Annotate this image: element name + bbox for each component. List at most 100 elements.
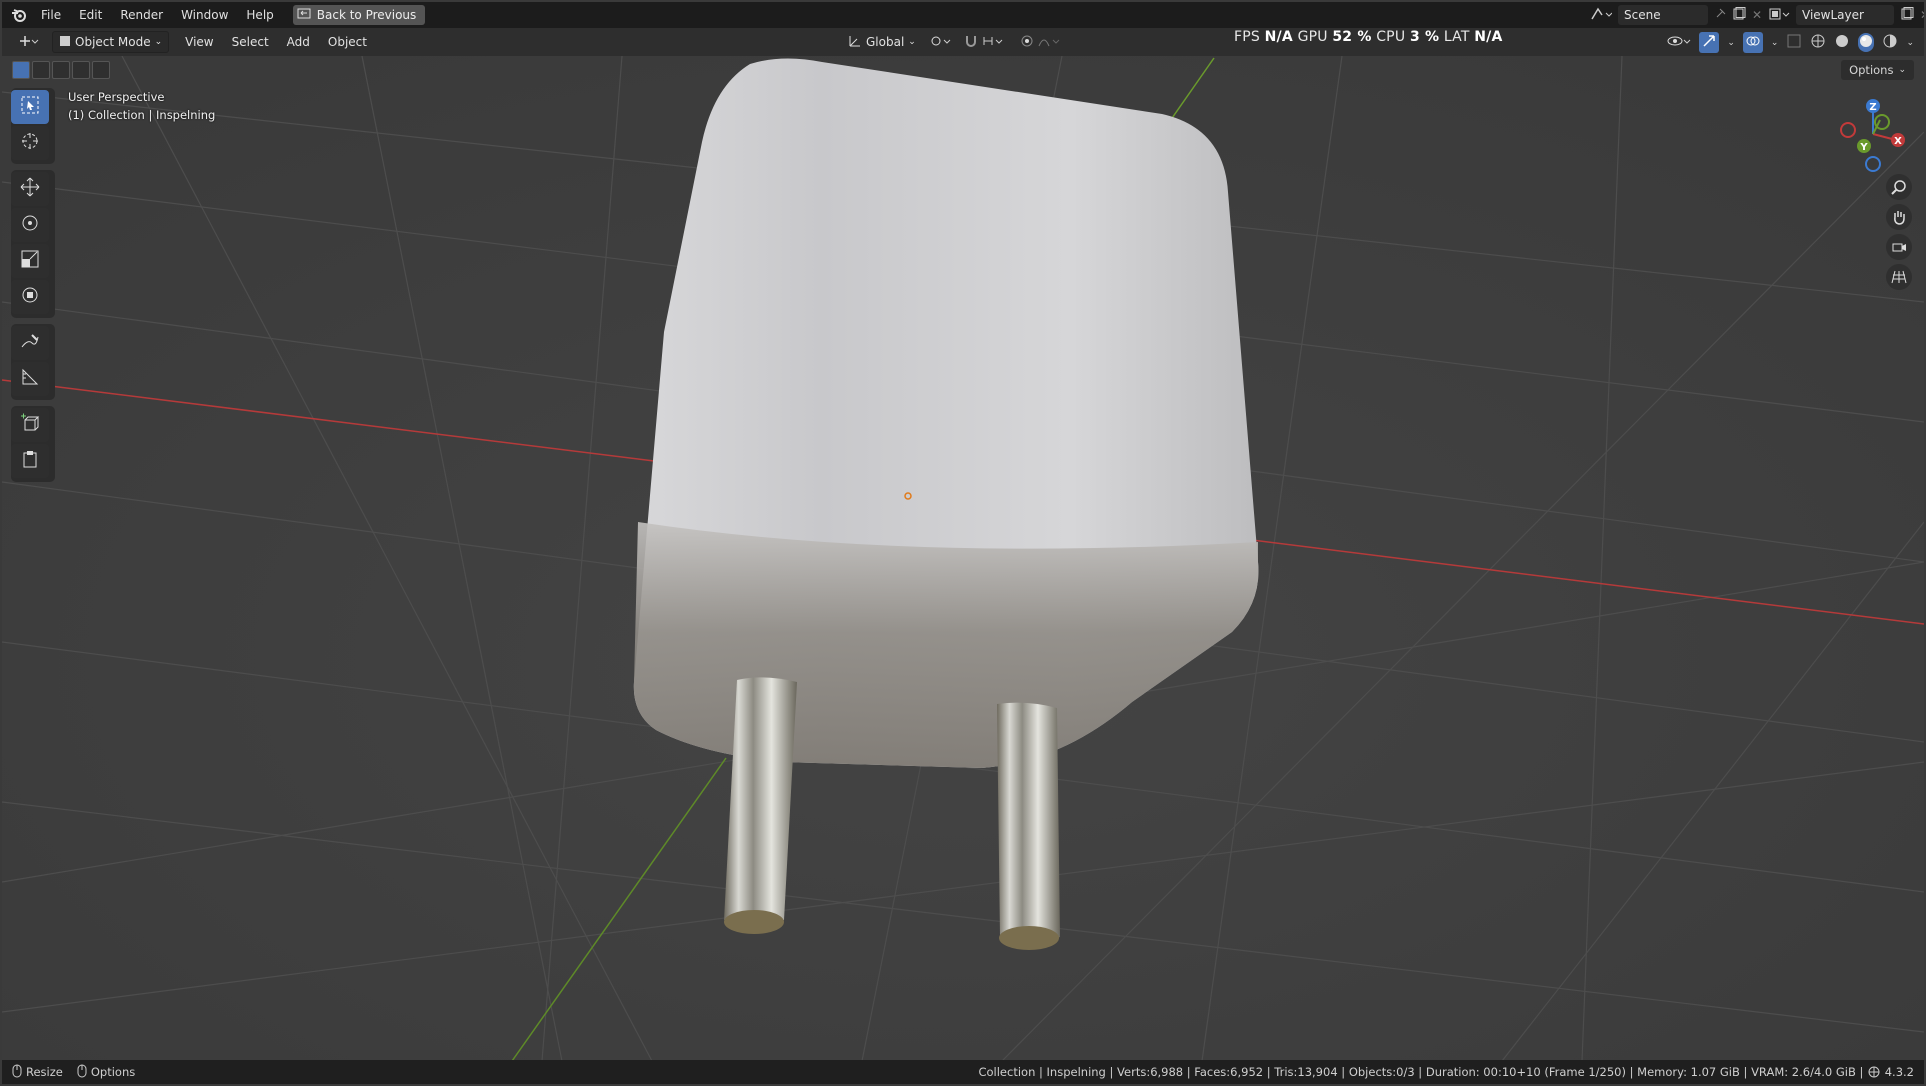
add-cube-tool[interactable] — [11, 408, 49, 442]
measure-tool[interactable] — [11, 362, 49, 396]
chevron-down-icon[interactable]: ⌄ — [1727, 38, 1735, 48]
new-scene-icon[interactable] — [1732, 6, 1746, 24]
gpu-label: GPU — [1297, 29, 1328, 45]
select-invert-icon[interactable] — [72, 61, 90, 79]
rotate-tool[interactable] — [11, 208, 49, 242]
editor-type-button[interactable] — [12, 32, 46, 52]
options-hint: Options — [77, 1064, 135, 1081]
solid-shading-icon[interactable] — [1834, 33, 1850, 52]
options-dropdown[interactable]: Options ⌄ — [1841, 60, 1914, 80]
scene-icon — [1590, 7, 1613, 24]
orientation-label: Global — [866, 35, 905, 49]
mouse-icon — [77, 1064, 87, 1081]
paste-object-tool[interactable] — [11, 444, 49, 478]
version-label: 4.3.2 — [1884, 1065, 1914, 1079]
viewport-shading-controls: ⌄ ⌄ ⌄ — [1667, 32, 1914, 53]
active-collection-label: (1) Collection | Inspelning — [68, 108, 216, 122]
viewport-header: Object Mode ⌄ View Select Add Object Glo… — [2, 28, 1924, 56]
transform-icon — [20, 285, 40, 309]
mode-label: Object Mode — [75, 35, 151, 49]
blender-logo-icon[interactable] — [6, 2, 32, 28]
cursor-select-icon — [21, 96, 39, 118]
scene-statistics: Collection | Inspelning | Verts:6,988 | … — [978, 1065, 1914, 1079]
menu-select[interactable]: Select — [226, 32, 275, 52]
menu-window[interactable]: Window — [172, 2, 237, 28]
crosshair-icon — [20, 131, 40, 155]
wireframe-shading-icon[interactable] — [1810, 33, 1826, 52]
chevron-down-icon[interactable]: ⌄ — [1906, 38, 1914, 48]
chevron-down-icon: ⌄ — [1898, 65, 1906, 75]
select-subtract-icon[interactable] — [52, 61, 70, 79]
menu-help[interactable]: Help — [237, 2, 282, 28]
new-view-layer-icon[interactable] — [1900, 6, 1914, 24]
select-intersect-icon[interactable] — [92, 61, 110, 79]
zoom-icon[interactable] — [1886, 174, 1912, 200]
selection-mode-row — [12, 61, 110, 79]
pivot-point-dropdown[interactable] — [924, 32, 958, 52]
view-layer-selector[interactable]: ViewLayer ✕ — [1768, 5, 1924, 25]
proportional-editing-toggle[interactable] — [1014, 32, 1068, 52]
select-new-icon[interactable] — [12, 61, 30, 79]
scale-icon — [21, 250, 39, 272]
overlays-toggle-icon[interactable] — [1742, 32, 1763, 53]
close-icon[interactable]: ✕ — [1752, 8, 1762, 22]
select-box-tool[interactable] — [11, 90, 49, 124]
gizmo-toggle-icon[interactable] — [1699, 32, 1720, 53]
options-hint-label: Options — [90, 1065, 136, 1079]
menu-edit[interactable]: Edit — [70, 2, 111, 28]
rendered-shading-icon[interactable] — [1882, 33, 1898, 52]
mode-dropdown[interactable]: Object Mode ⌄ — [52, 31, 170, 53]
pan-hand-icon[interactable] — [1886, 204, 1912, 230]
chevron-down-icon: ⌄ — [908, 37, 916, 47]
back-to-previous-button[interactable]: Back to Previous — [292, 5, 426, 25]
scene-selector[interactable]: Scene ✕ — [1590, 5, 1762, 25]
perspective-grid-icon[interactable] — [1886, 264, 1912, 290]
visibility-icon[interactable] — [1667, 33, 1691, 52]
move-tool[interactable] — [11, 172, 49, 206]
fps-value: N/A — [1264, 29, 1293, 45]
cursor-tool[interactable] — [11, 126, 49, 160]
scene-name-field[interactable]: Scene — [1618, 5, 1708, 25]
proportional-icon — [1020, 34, 1034, 51]
navigation-gizmo[interactable]: Z X Y — [1840, 94, 1906, 174]
tool-shelf — [11, 88, 55, 488]
performance-stats: FPS N/A GPU 52 % CPU 3 % LAT N/A — [1234, 29, 1503, 45]
menu-object[interactable]: Object — [322, 32, 373, 52]
annotate-tool[interactable] — [11, 326, 49, 360]
close-icon[interactable]: ✕ — [1920, 8, 1924, 22]
top-menu-bar: File Edit Render Window Help Back to Pre… — [2, 2, 1924, 28]
view-perspective-label: User Perspective — [68, 90, 165, 104]
svg-text:X: X — [1894, 136, 1902, 147]
screen-icon — [297, 8, 311, 23]
3d-viewport[interactable]: Options ⌄ — [2, 56, 1924, 1061]
scene-stats-text: Collection | Inspelning | Verts:6,988 | … — [978, 1065, 1864, 1079]
add-cube-icon — [20, 413, 40, 437]
pin-tip — [999, 926, 1059, 950]
material-preview-shading-icon[interactable] — [1858, 33, 1875, 52]
chevron-down-icon[interactable]: ⌄ — [1771, 38, 1779, 48]
transform-orientation-dropdown[interactable]: Global ⌄ — [842, 32, 922, 52]
pin-tip — [724, 910, 784, 934]
camera-view-icon[interactable] — [1886, 234, 1912, 260]
menu-file[interactable]: File — [32, 2, 70, 28]
ruler-icon — [21, 368, 39, 390]
gpu-value: 52 % — [1332, 29, 1372, 45]
status-bar: Resize Options Collection | Inspelning |… — [2, 1060, 1924, 1084]
viewport-scene — [2, 56, 1924, 1061]
scale-tool[interactable] — [11, 244, 49, 278]
view-layer-name-field[interactable]: ViewLayer — [1796, 5, 1894, 25]
chevron-down-icon: ⌄ — [154, 37, 163, 47]
snap-toggle[interactable] — [958, 32, 1010, 52]
xray-toggle-icon[interactable] — [1786, 33, 1802, 52]
resize-label: Resize — [26, 1065, 63, 1079]
pin-icon[interactable] — [1714, 8, 1726, 23]
menu-view[interactable]: View — [179, 32, 219, 52]
lat-label: LAT — [1443, 29, 1470, 45]
select-extend-icon[interactable] — [32, 61, 50, 79]
cpu-label: CPU — [1376, 29, 1406, 45]
menu-add[interactable]: Add — [281, 32, 316, 52]
transform-tool[interactable] — [11, 280, 49, 314]
pivot-icon — [930, 34, 952, 51]
menu-render[interactable]: Render — [111, 2, 172, 28]
viewport-info-overlay: User Perspective (1) Collection | Inspel… — [68, 88, 215, 124]
